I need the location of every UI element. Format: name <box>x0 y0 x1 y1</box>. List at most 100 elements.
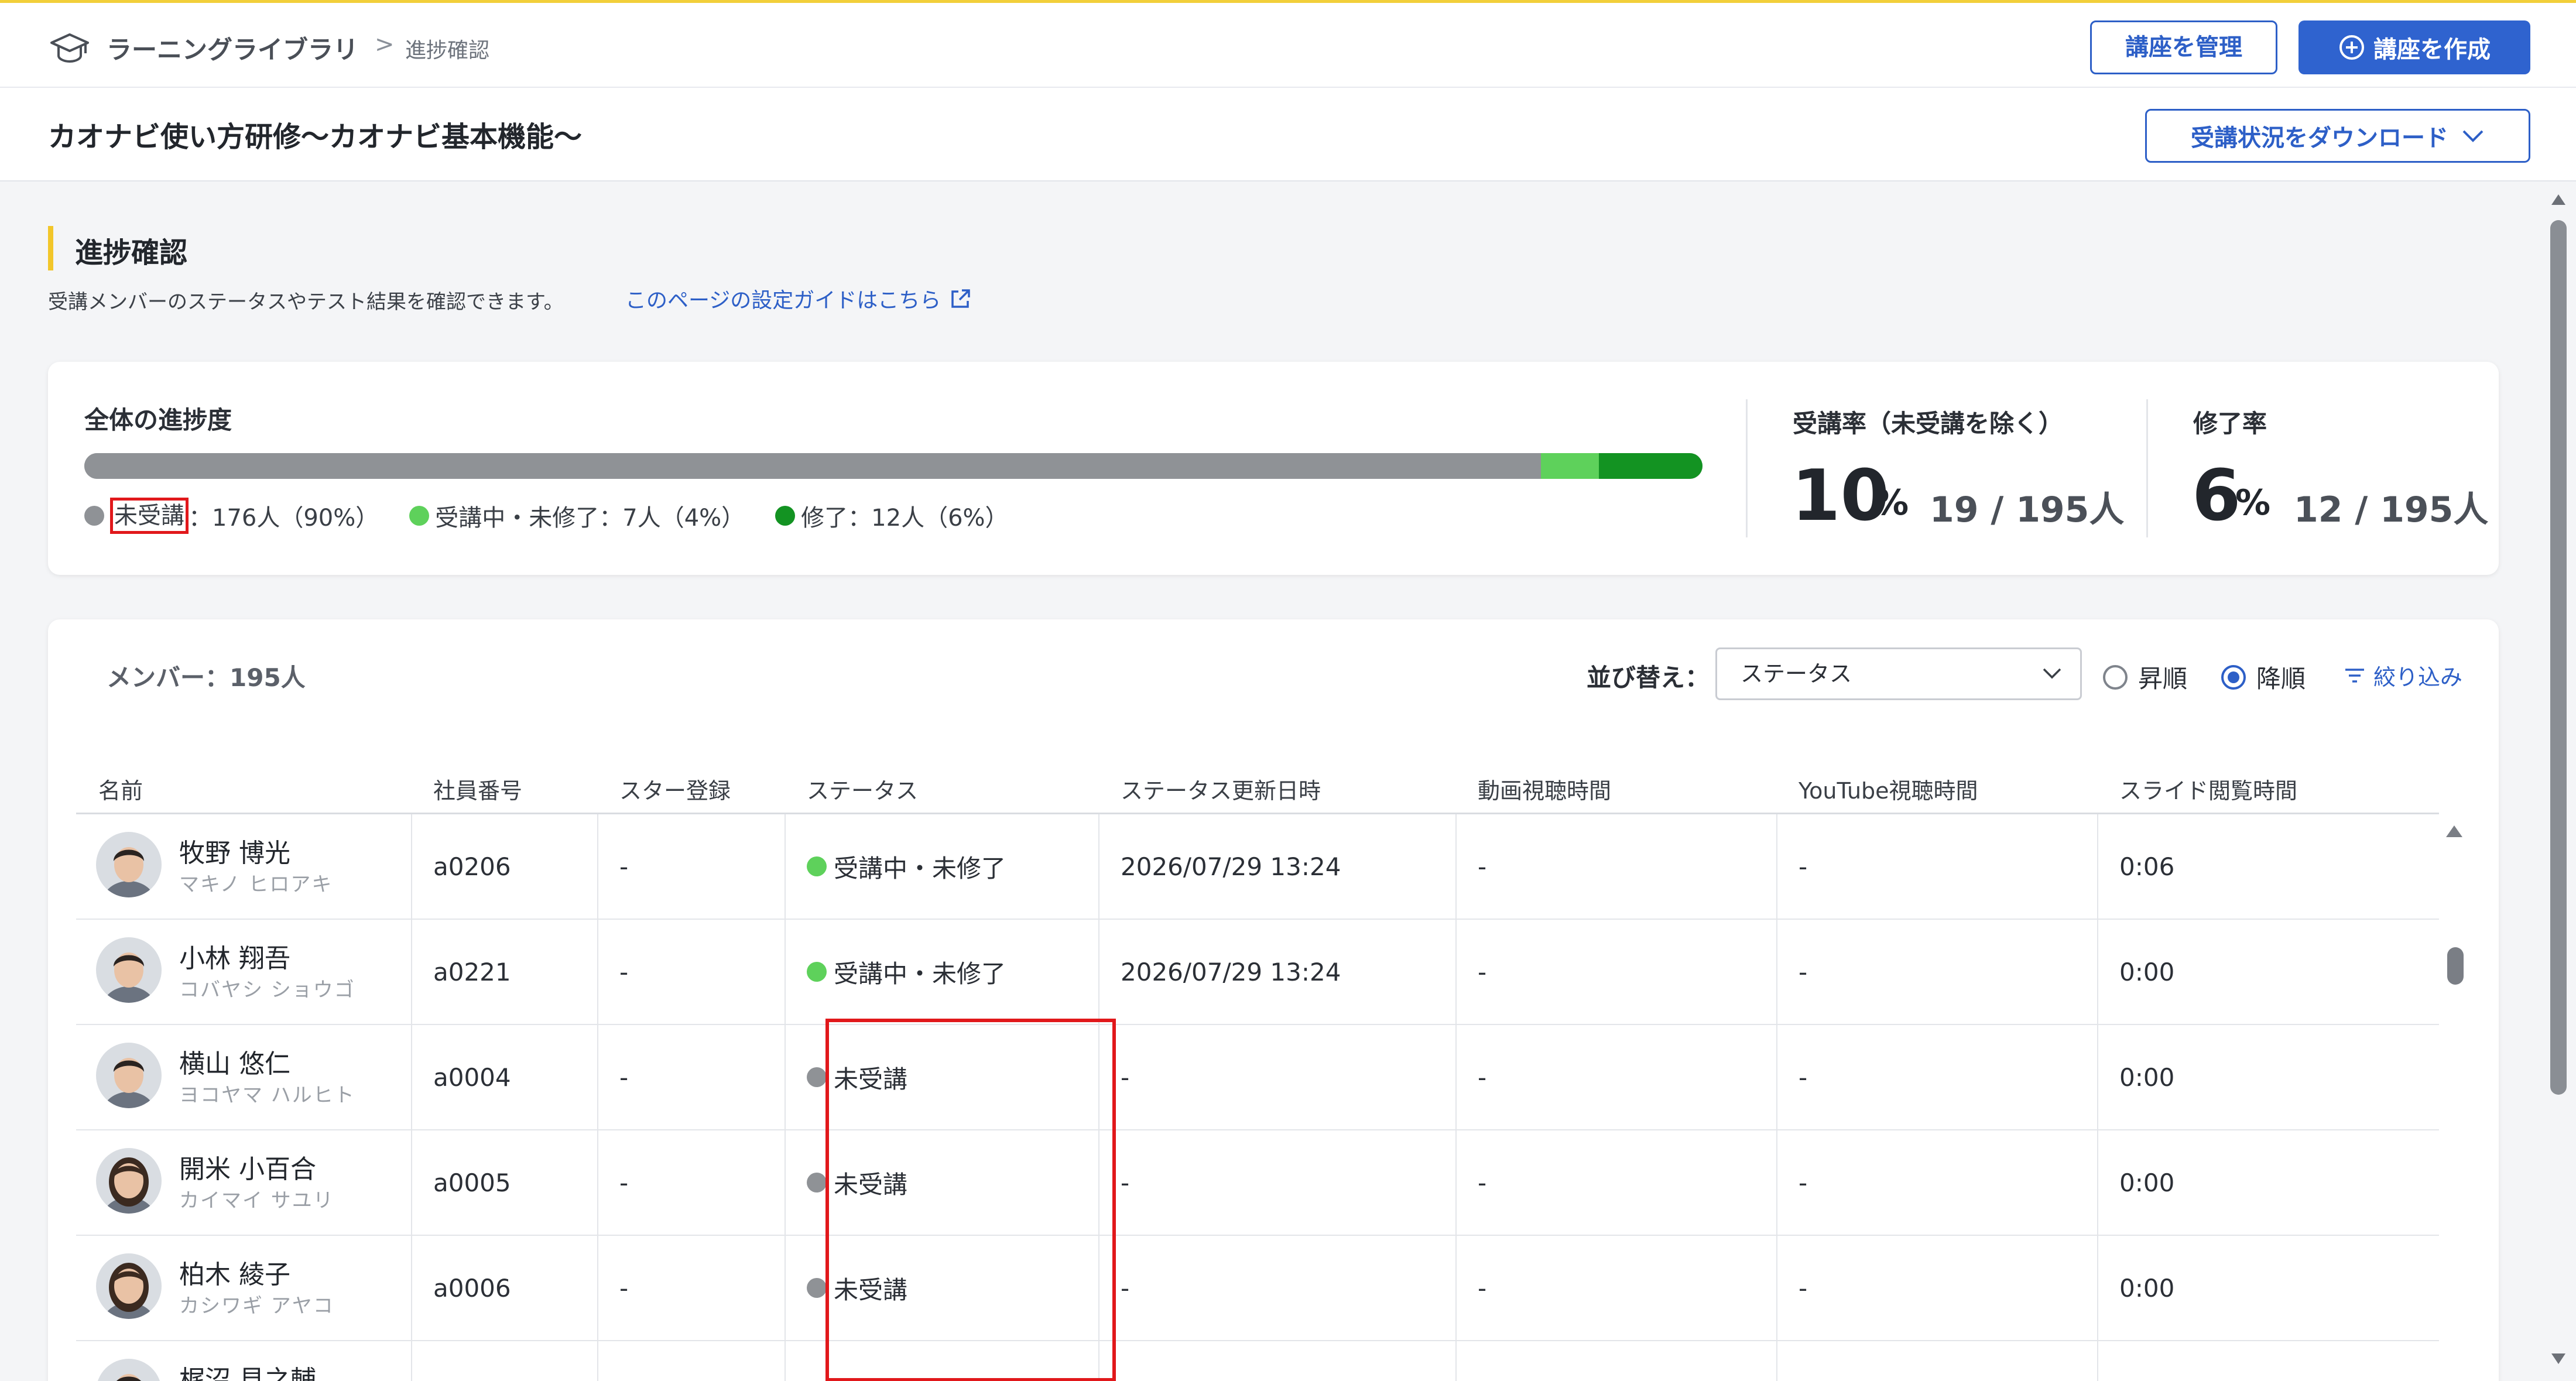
page-scrollbar-thumb[interactable] <box>2550 220 2567 1095</box>
member-name[interactable]: 牧野 博光 <box>179 832 290 869</box>
sort-select[interactable]: ステータス <box>1715 647 2082 700</box>
legend-detail: ：12人（6%） <box>848 505 1009 532</box>
avatar-man-icon <box>96 937 162 1003</box>
cell-video: - <box>1478 852 1487 881</box>
breadcrumb-root[interactable]: ラーニングライブラリ <box>107 30 358 66</box>
attendance-rate-label: 受講率（未受講を除く） <box>1793 409 2064 438</box>
order-desc-radio[interactable]: 降順 <box>2221 659 2306 695</box>
legend-dot-icon <box>84 506 104 526</box>
legend-item: 未受講 ：176人（90%） <box>84 498 379 534</box>
cell-updated: 2026/07/29 13:24 <box>1121 852 1341 881</box>
attendance-rate-unit: % <box>1873 482 1909 523</box>
stat-divider <box>1746 399 1748 537</box>
column-header[interactable]: ステータス <box>807 773 918 805</box>
table-row[interactable]: 小林 翔吾 コバヤシ ショウゴ a0221 - 受講中・未修了 2026/07/29 13… <box>76 920 2439 1025</box>
cell-youtube: - <box>1799 1063 1808 1092</box>
legend-detail: ：7人（4%） <box>599 505 745 532</box>
cell-status: 未受講 <box>807 1025 907 1129</box>
avatar-woman-icon <box>96 1148 162 1214</box>
member-kana: カイマイ サユリ <box>179 1189 334 1212</box>
members-count: メンバー：195人 <box>107 663 306 692</box>
table-scroll-up-icon[interactable] <box>2446 825 2462 837</box>
column-divider <box>2097 1341 2098 1381</box>
column-divider <box>2097 1130 2098 1235</box>
table-row[interactable]: 梶沼 見之輔 a0008 未受講 0:00 <box>76 1341 2439 1381</box>
member-name[interactable]: 小林 翔吾 <box>179 937 290 975</box>
section-title: 進捗確認 <box>75 237 188 269</box>
members-card: メンバー：195人 並び替え： ステータス 昇順 降順 絞り込み 名前 社員番号 ス… <box>48 619 2499 1381</box>
download-status-button[interactable]: 受講状況をダウンロード <box>2145 109 2530 163</box>
column-divider <box>1776 1341 1777 1381</box>
manage-course-button[interactable]: 講座を管理 <box>2090 20 2277 74</box>
column-divider <box>785 1341 786 1381</box>
radio-selected-icon <box>2221 664 2246 690</box>
cell-star: - <box>619 1168 629 1197</box>
column-header[interactable]: 動画視聴時間 <box>1478 773 1611 805</box>
status-text: 受講中・未修了 <box>834 959 1006 988</box>
table-body: 牧野 博光 マキノ ヒロアキ a0206 - 受講中・未修了 2026/07/29 13:… <box>76 814 2439 1381</box>
member-kana: コバヤシ ショウゴ <box>179 978 355 1002</box>
cell-youtube: - <box>1799 852 1808 881</box>
page-scroll-down-icon[interactable] <box>2551 1353 2565 1364</box>
member-name[interactable]: 開米 小百合 <box>179 1148 316 1185</box>
column-divider <box>1098 920 1099 1024</box>
column-divider <box>1776 814 1777 919</box>
avatar-man-icon <box>96 1043 162 1108</box>
cell-slide: 0:00 <box>2119 1341 2174 1381</box>
column-divider <box>1098 1025 1099 1129</box>
table-row[interactable]: 開米 小百合 カイマイ サユリ a0005 - 未受講 - - - 0:00 <box>76 1130 2439 1236</box>
create-course-button[interactable]: 講座を作成 <box>2298 20 2530 74</box>
chevron-down-icon <box>2043 668 2061 679</box>
column-divider <box>2097 1236 2098 1340</box>
cell-star: - <box>619 852 629 881</box>
column-divider <box>785 1130 786 1235</box>
status-dot-icon <box>807 1173 827 1192</box>
status-text: 未受講 <box>834 1275 908 1304</box>
column-divider <box>1455 814 1457 919</box>
column-header[interactable]: 名前 <box>98 773 143 805</box>
cell-star: - <box>619 1273 629 1303</box>
radio-circle-icon <box>2103 664 2128 690</box>
legend-detail: ：176人（90%） <box>189 505 379 532</box>
progress-summary-card: 全体の進捗度 未受講 ：176人（90%） 受講中・未修了 ：7人（4%） 修了 ：12人… <box>48 362 2499 575</box>
cell-id: a0006 <box>433 1273 511 1303</box>
legend-label: 受講中・未修了 <box>435 505 600 532</box>
column-divider <box>597 1341 598 1381</box>
column-divider <box>2097 1025 2098 1129</box>
member-name[interactable]: 横山 悠仁 <box>179 1043 290 1080</box>
column-divider <box>2097 814 2098 919</box>
table-row[interactable]: 横山 悠仁 ヨコヤマ ハルヒト a0004 - 未受講 - - - 0:00 <box>76 1025 2439 1130</box>
column-divider <box>1776 1236 1777 1340</box>
column-header[interactable]: スター登録 <box>619 773 731 805</box>
cell-video: - <box>1478 957 1487 986</box>
cell-id: a0008 <box>433 1341 511 1381</box>
column-header[interactable]: 社員番号 <box>433 773 522 805</box>
column-divider <box>1776 920 1777 1024</box>
table-row[interactable]: 柏木 綾子 カシワギ アヤコ a0006 - 未受講 - - - 0:00 <box>76 1236 2439 1341</box>
column-header[interactable]: ステータス更新日時 <box>1121 773 1321 805</box>
table-row[interactable]: 牧野 博光 マキノ ヒロアキ a0206 - 受講中・未修了 2026/07/29 13:… <box>76 814 2439 920</box>
settings-guide-link[interactable]: このページの設定ガイドはこちら <box>625 283 972 314</box>
member-name[interactable]: 柏木 綾子 <box>179 1253 290 1291</box>
filter-label: 絞り込み <box>2373 664 2463 690</box>
section-accent-bar <box>48 226 53 270</box>
column-header[interactable]: YouTube視聴時間 <box>1799 773 1978 805</box>
completion-rate-fraction: 12 / 195人 <box>2294 489 2489 530</box>
legend-item: 受講中・未修了 ：7人（4%） <box>409 499 745 533</box>
legend-label: 未受講 <box>110 498 189 534</box>
top-bar: ラーニングライブラリ > 進捗確認 講座を管理 講座を作成 <box>0 0 2576 88</box>
order-asc-radio[interactable]: 昇順 <box>2103 659 2187 695</box>
cell-updated: 2026/07/29 13:24 <box>1121 957 1341 986</box>
member-name[interactable]: 梶沼 見之輔 <box>179 1359 316 1381</box>
table-scrollbar-thumb[interactable] <box>2447 947 2464 985</box>
page-scroll-up-icon[interactable] <box>2551 194 2565 205</box>
completion-rate-label: 修了率 <box>2193 409 2267 438</box>
column-divider <box>1098 814 1099 919</box>
column-header[interactable]: スライド閲覧時間 <box>2119 773 2297 805</box>
filter-button[interactable]: 絞り込み <box>2343 659 2462 691</box>
column-divider <box>785 1025 786 1129</box>
section-description: 受講メンバーのステータスやテスト結果を確認できます。 <box>48 290 564 314</box>
column-divider <box>785 814 786 919</box>
status-dot-icon <box>807 962 827 982</box>
cell-slide: 0:00 <box>2119 1168 2175 1197</box>
